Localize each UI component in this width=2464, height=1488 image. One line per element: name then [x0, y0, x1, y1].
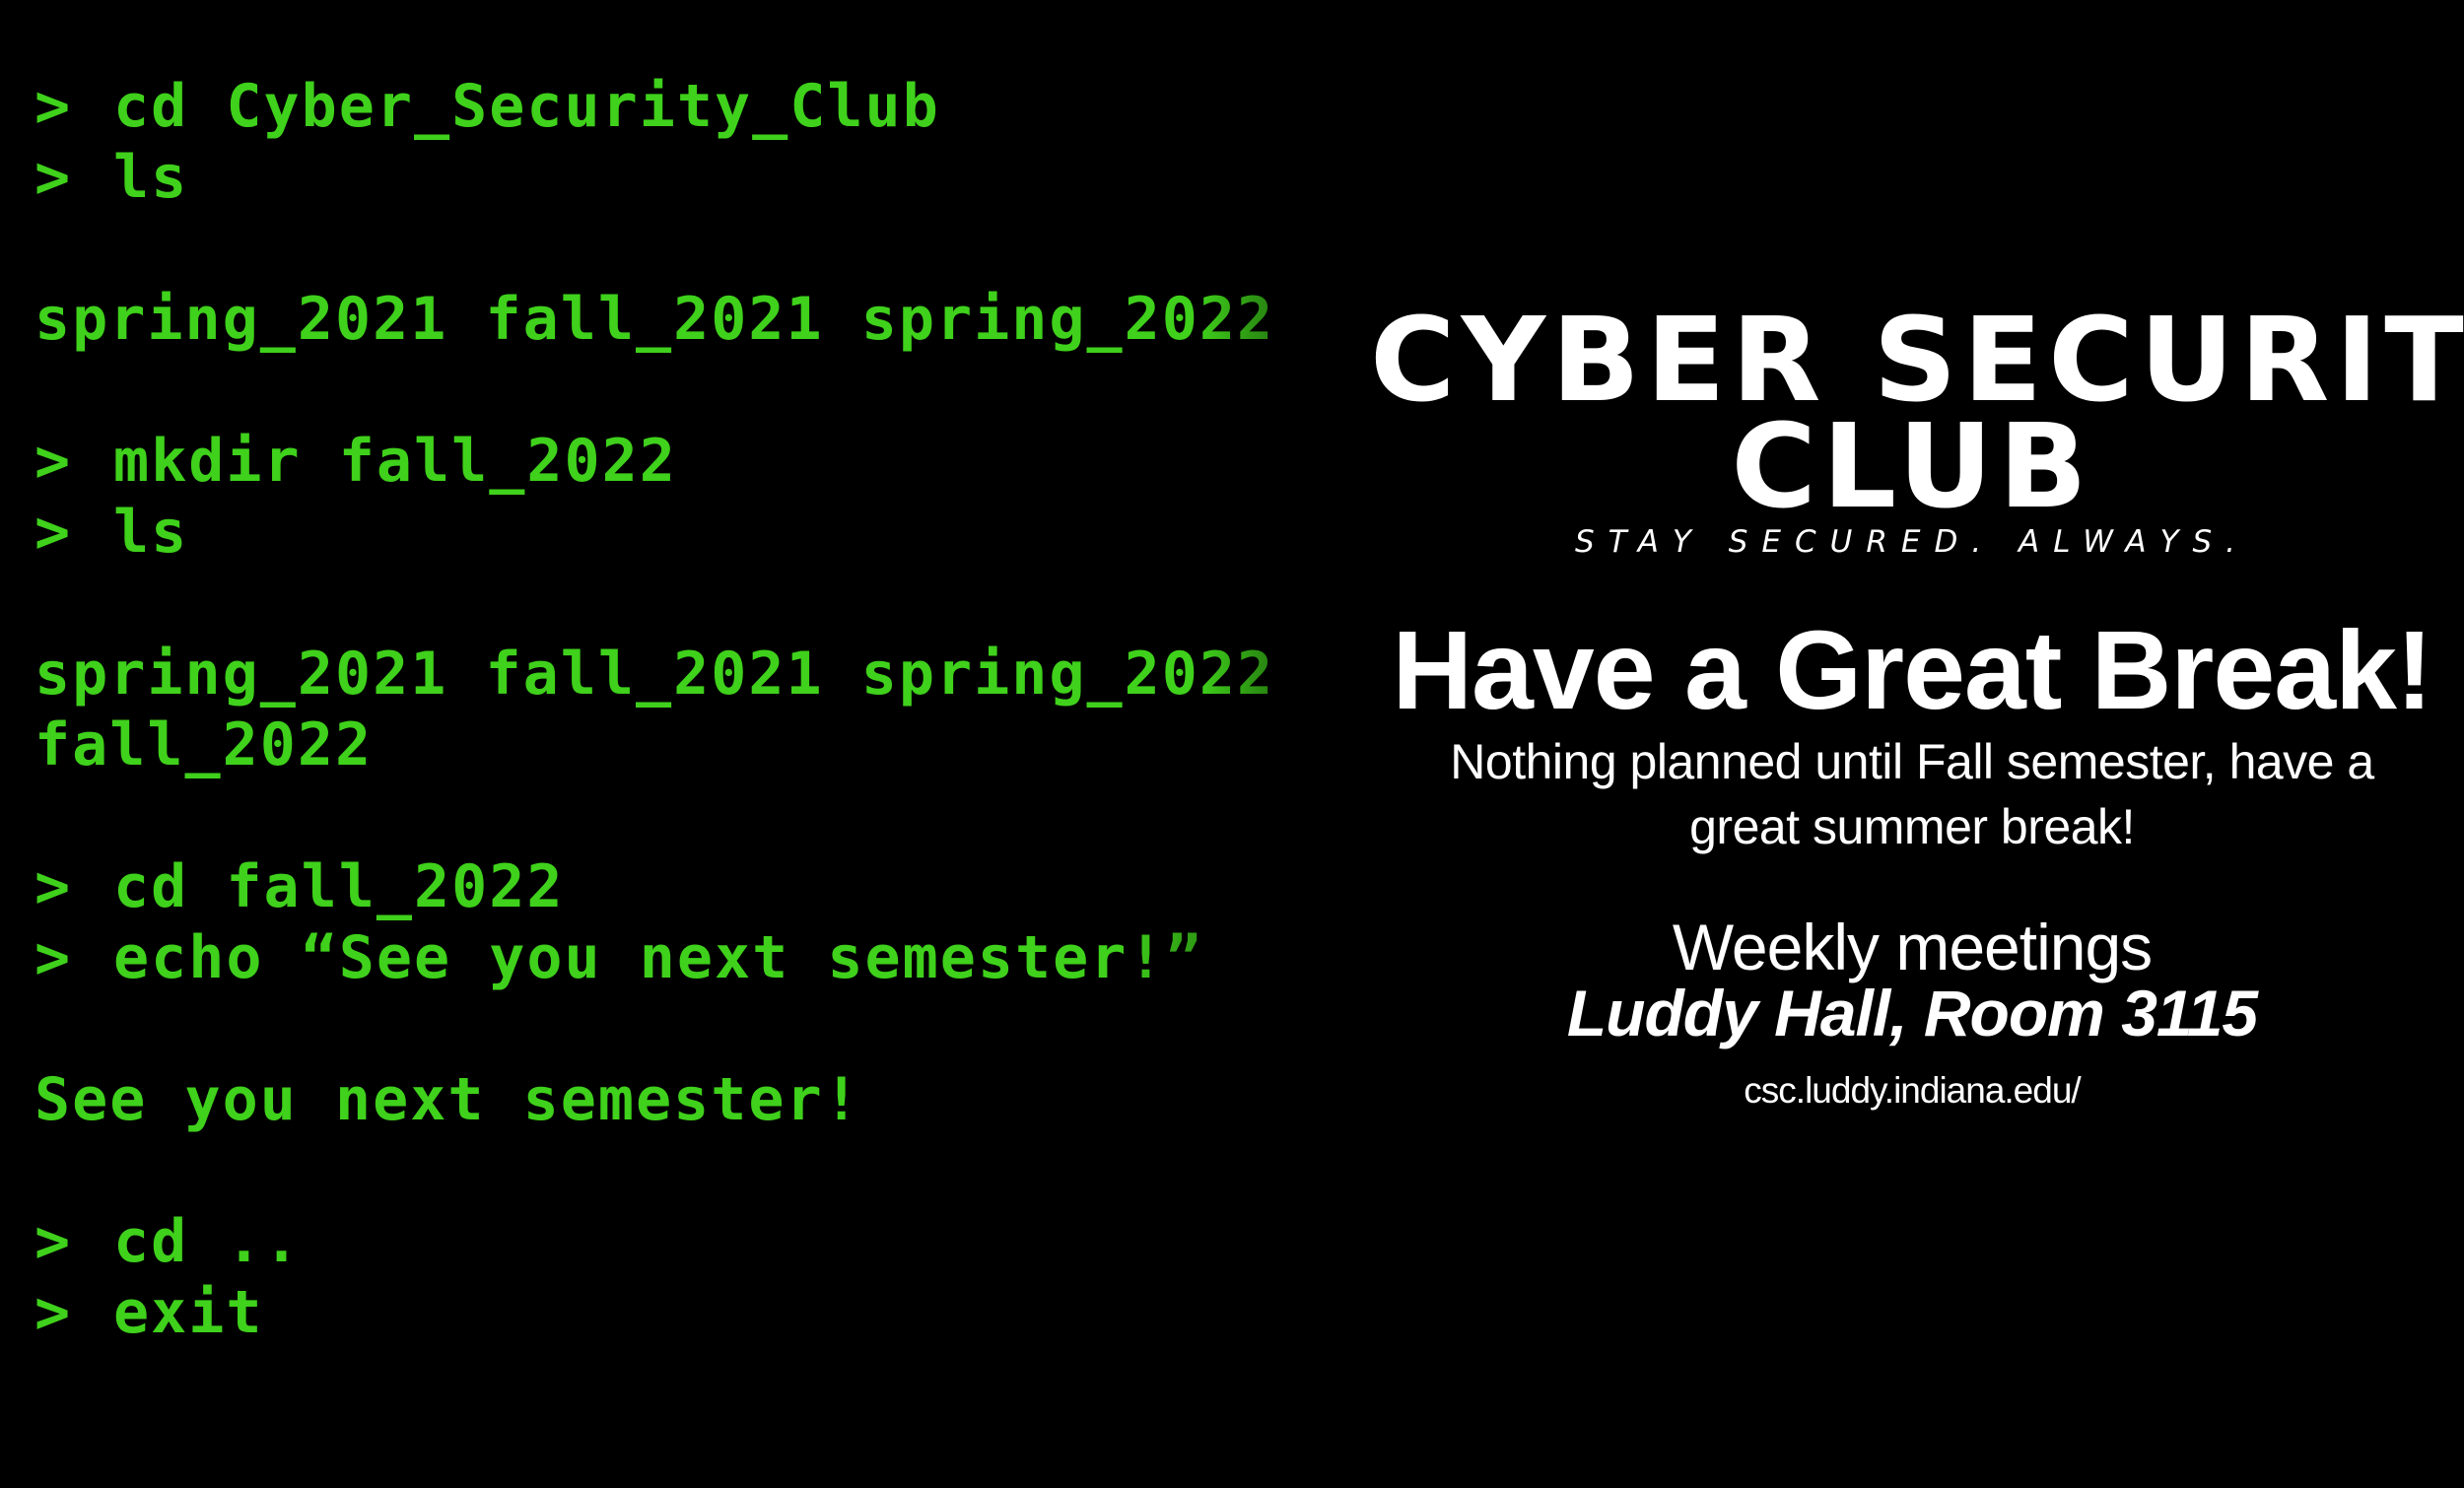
prompt-symbol: > — [34, 1207, 73, 1276]
announcement-panel: CYBER SECURITY CLUB STAY SECURED. ALWAYS… — [1370, 296, 2464, 1111]
terminal-command-line: > cd .. — [34, 1206, 1414, 1277]
command-text: ls — [113, 498, 189, 567]
terminal-command-line: > ls — [34, 142, 1414, 213]
command-text: cd Cyber_Security_Club — [113, 72, 940, 141]
prompt-symbol: > — [34, 143, 73, 212]
terminal-transcript: > cd Cyber_Security_Club > ls spring_2021 … — [34, 71, 1414, 1348]
prompt-symbol: > — [34, 72, 73, 141]
command-text: cd .. — [113, 1207, 302, 1276]
terminal-output-line: fall_2022 — [34, 710, 374, 779]
terminal-spacer — [34, 780, 1414, 851]
prompt-symbol: > — [34, 923, 73, 992]
terminal-output-line: See you next semester! — [34, 1065, 861, 1134]
logo-title-line2: CLUB — [1731, 398, 2093, 534]
terminal-spacer — [34, 213, 1414, 284]
subtext: Nothing planned until Fall semester, hav… — [1450, 734, 2374, 854]
command-text: echo “See you next semester!” — [113, 923, 1203, 992]
terminal-command-line: > mkdir fall_2022 — [34, 426, 1414, 497]
headline: Have a Great Break! — [1392, 608, 2432, 732]
terminal-spacer — [34, 568, 1414, 639]
command-text: exit — [113, 1278, 264, 1347]
terminal-command-line: > exit — [34, 1277, 1414, 1348]
poster: > cd Cyber_Security_Club > ls spring_2021 … — [0, 0, 2464, 1488]
command-text: cd fall_2022 — [113, 852, 565, 921]
terminal-command-line: > cd Cyber_Security_Club — [34, 71, 1414, 142]
terminal-command-line: > cd fall_2022 — [34, 851, 1414, 922]
terminal-command-line: > ls — [34, 497, 1414, 568]
club-website-url: csc.luddy.indiana.edu/ — [1744, 1070, 2081, 1111]
terminal-spacer — [34, 1135, 1414, 1206]
command-text: mkdir fall_2022 — [113, 427, 677, 496]
terminal-output-line: spring_2021 fall_2021 spring_2022 — [34, 640, 1275, 709]
logo-tagline: STAY SECURED. ALWAYS. — [1574, 524, 2250, 560]
prompt-symbol: > — [34, 1278, 73, 1347]
prompt-symbol: > — [34, 427, 73, 496]
terminal-command-line: > echo “See you next semester!” — [34, 922, 1414, 993]
terminal-spacer — [34, 355, 1414, 426]
prompt-symbol: > — [34, 498, 73, 567]
club-logo: CYBER SECURITY CLUB STAY SECURED. ALWAYS… — [1370, 296, 2464, 572]
meeting-location: Luddy Hall, Room 3115 — [1566, 977, 2258, 1049]
terminal-spacer — [34, 993, 1414, 1064]
meetings-label: Weekly meetings — [1672, 911, 2153, 983]
prompt-symbol: > — [34, 852, 73, 921]
terminal-output-line: spring_2021 fall_2021 spring_2022 — [34, 285, 1275, 354]
command-text: ls — [113, 143, 189, 212]
